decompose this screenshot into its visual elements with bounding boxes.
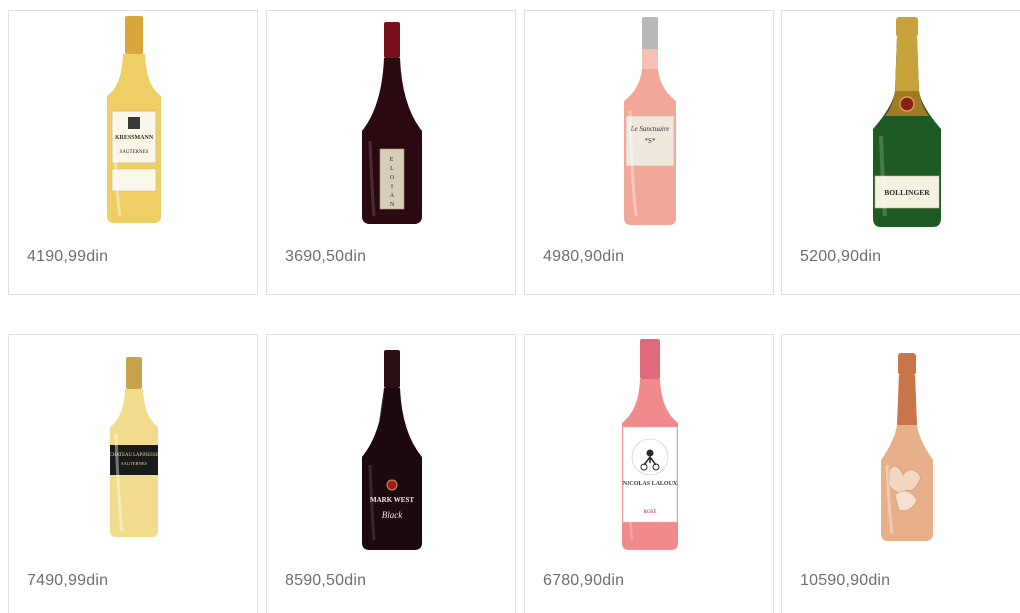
product-price: 4190,99din [27,248,109,265]
product-card[interactable]: KRESSMANN SAUTERNES 4190,99din [8,10,258,295]
product-card[interactable]: BOLLINGER 5200,90din [781,10,1020,295]
product-image[interactable] [782,335,1020,560]
product-image[interactable]: KRESSMANN SAUTERNES [9,11,259,236]
svg-text:L: L [390,166,394,172]
svg-text:E: E [390,157,395,163]
svg-text:N: N [390,202,395,208]
svg-text:Black: Black [382,510,403,520]
product-card[interactable]: NICOLAS LALOUX ROSÉ 6780,90din [524,334,774,613]
svg-text:SAUTERNES: SAUTERNES [120,150,149,155]
product-grid: KRESSMANN SAUTERNES 4190,99din E L O I A… [0,0,1020,613]
svg-text:MARK WEST: MARK WEST [370,496,414,504]
product-image[interactable]: Le Sanctuaire *S* [525,11,775,236]
svg-text:BOLLINGER: BOLLINGER [884,188,930,197]
product-image[interactable]: MARK WEST Black [267,335,517,560]
svg-text:I: I [391,184,393,190]
product-price: 3690,50din [285,248,367,265]
product-card[interactable]: MARK WEST Black 8590,50din [266,334,516,613]
svg-text:NICOLAS LALOUX: NICOLAS LALOUX [623,481,678,487]
product-price: 6780,90din [543,572,625,589]
svg-text:*S*: *S* [645,137,656,145]
product-image[interactable]: NICOLAS LALOUX ROSÉ [525,335,775,560]
product-image[interactable]: CHATEAU LAPINESSE SAUTERNES [9,335,259,560]
product-price: 8590,50din [285,572,367,589]
svg-text:O: O [390,175,395,181]
product-price: 10590,90din [800,572,891,589]
svg-text:KRESSMANN: KRESSMANN [115,135,154,141]
product-price: 4980,90din [543,248,625,265]
product-image[interactable]: E L O I A N [267,11,517,236]
product-price: 5200,90din [800,248,882,265]
product-image[interactable]: BOLLINGER [782,11,1020,236]
product-card[interactable]: CHATEAU LAPINESSE SAUTERNES 7490,99din [8,334,258,613]
svg-text:Le Sanctuaire: Le Sanctuaire [630,125,670,133]
product-card[interactable]: 10590,90din [781,334,1020,613]
svg-text:SAUTERNES: SAUTERNES [121,461,147,466]
product-card[interactable]: E L O I A N 3690,50din [266,10,516,295]
svg-text:ROSÉ: ROSÉ [644,509,657,515]
product-card[interactable]: Le Sanctuaire *S* 4980,90din [524,10,774,295]
svg-text:A: A [390,193,395,199]
product-price: 7490,99din [27,572,109,589]
